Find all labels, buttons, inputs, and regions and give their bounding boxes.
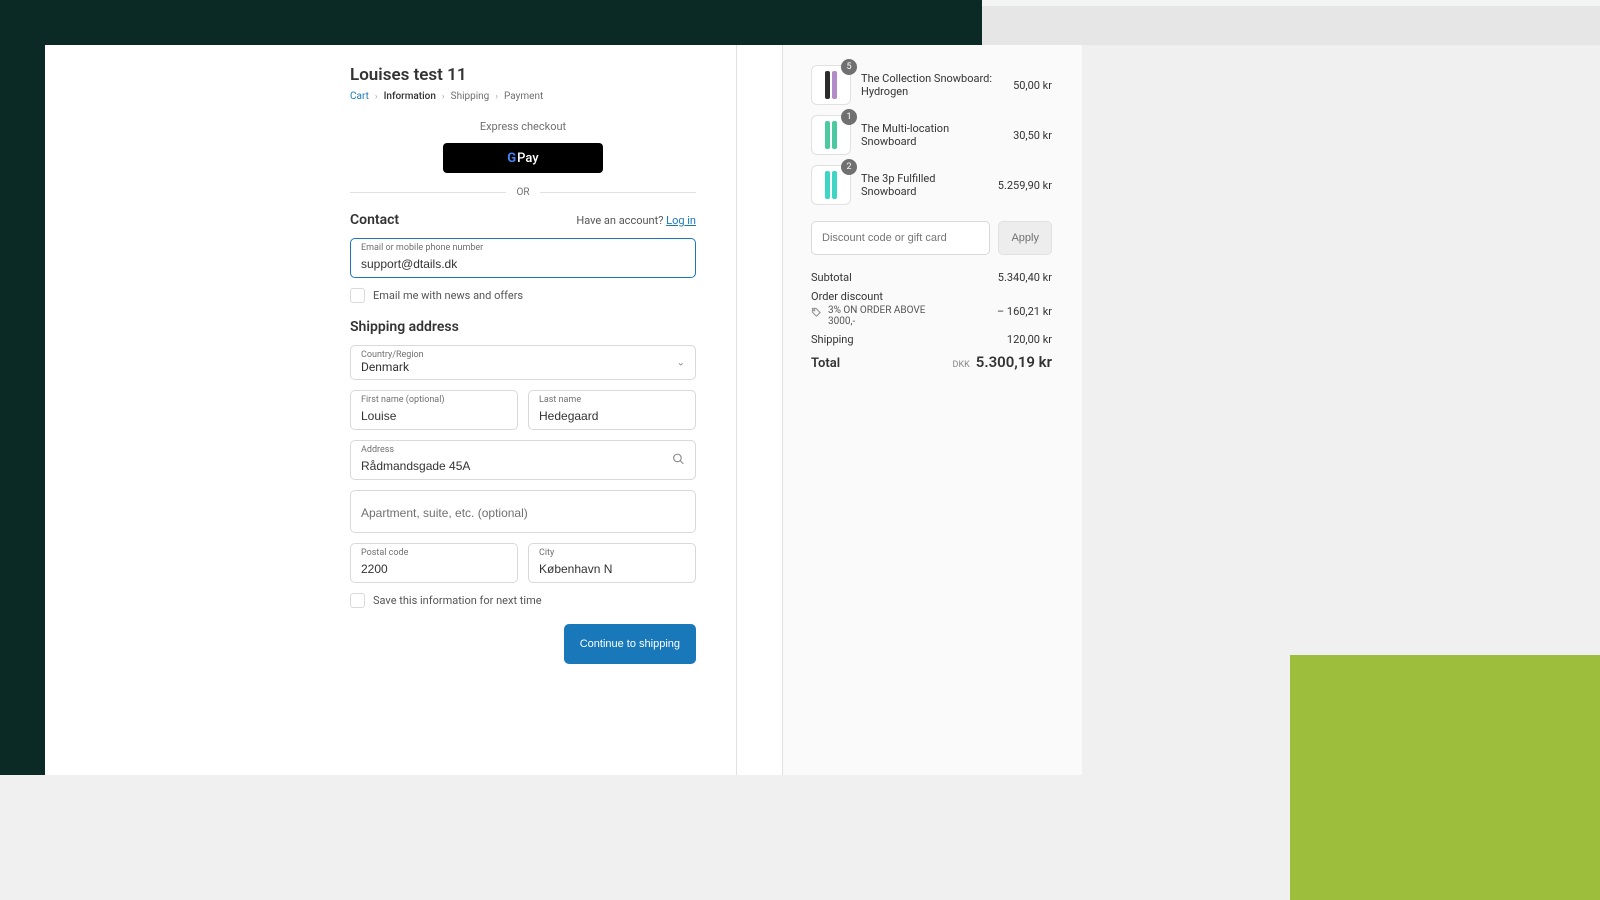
postal-code-label: Postal code [361,548,507,558]
snowboard-icon [825,71,830,99]
express-checkout-label: Express checkout [350,120,696,133]
news-opt-label: Email me with news and offers [373,289,523,302]
quantity-badge: 1 [841,109,857,125]
country-select[interactable]: Country/Region Denmark ⌄ [350,345,696,380]
cart-item: 5 The Collection Snowboard: Hydrogen 50,00… [811,65,1052,105]
postal-code-input[interactable] [361,562,507,576]
cart-item-name: The Multi-location Snowboard [861,122,1003,148]
news-opt-row[interactable]: Email me with news and offers [350,288,696,303]
total-label: Total [811,356,840,371]
breadcrumb-information[interactable]: Information [384,91,436,102]
snowboard-icon [825,121,830,149]
snowboard-icon [832,171,837,199]
apartment-input[interactable] [361,506,685,520]
country-value: Denmark [361,360,685,374]
address-input[interactable] [361,459,685,473]
discount-amount: – 160,21 kr [997,305,1052,318]
save-info-label: Save this information for next time [373,594,542,607]
apply-discount-button[interactable]: Apply [998,221,1052,255]
currency-code: DKK [953,360,970,370]
gpay-label: Pay [517,151,539,166]
subtotal-value: 5.340,40 kr [998,271,1052,284]
browser-tab-bar [982,0,1600,45]
shipping-section-title: Shipping address [350,319,696,335]
cart-item-price: 5.259,90 kr [998,179,1052,192]
checkout-window: Louises test 11 Cart › Information › Shi… [45,45,819,775]
save-info-row[interactable]: Save this information for next time [350,593,696,608]
chevron-right-icon: › [442,92,445,102]
checkout-main-column: Louises test 11 Cart › Information › Shi… [45,45,737,775]
apartment-field[interactable] [350,490,696,533]
shipping-cost-label: Shipping [811,333,854,346]
store-title: Louises test 11 [350,65,696,85]
address-label: Address [361,445,685,455]
first-name-label: First name (optional) [361,395,507,405]
last-name-label: Last name [539,395,685,405]
decorative-corner [1290,655,1600,900]
product-thumbnail: 1 [811,115,851,155]
product-thumbnail: 2 [811,165,851,205]
quantity-badge: 2 [841,159,857,175]
subtotal-label: Subtotal [811,271,852,284]
snowboard-icon [825,171,830,199]
shipping-cost-value: 120,00 kr [1007,333,1052,346]
or-label: OR [506,187,539,198]
email-field-label: Email or mobile phone number [361,243,685,253]
order-summary: 5The Collection Snowboard: Hydrogen50,00… [782,45,1082,775]
city-label: City [539,548,685,558]
cart-item-price: 30,50 kr [1013,129,1052,142]
snowboard-icon [832,121,837,149]
country-label: Country/Region [361,350,685,360]
or-divider: OR [350,187,696,198]
city-input[interactable] [539,562,685,576]
save-info-checkbox[interactable] [350,593,365,608]
order-discount-label: Order discount [811,290,883,303]
first-name-field[interactable]: First name (optional) [350,390,518,430]
address-field[interactable]: Address [350,440,696,480]
have-account-text: Have an account? Log in [576,214,696,227]
google-pay-button[interactable]: G Pay [443,143,603,173]
cart-item-price: 50,00 kr [1013,79,1052,92]
first-name-input[interactable] [361,409,507,423]
last-name-field[interactable]: Last name [528,390,696,430]
search-icon [672,451,685,470]
last-name-input[interactable] [539,409,685,423]
discount-tag-text: 3% ON ORDER ABOVE 3000,- [828,305,948,327]
have-account-label: Have an account? [576,214,666,227]
discount-code-input[interactable] [811,221,990,255]
continue-to-shipping-button[interactable]: Continue to shipping [564,624,696,664]
email-input[interactable] [361,257,685,271]
news-opt-checkbox[interactable] [350,288,365,303]
email-field[interactable]: Email or mobile phone number [350,238,696,278]
chevron-right-icon: › [495,92,498,102]
cart-item: 1 The Multi-location Snowboard 30,50 kr [811,115,1052,155]
postal-code-field[interactable]: Postal code [350,543,518,583]
google-g-icon: G [507,151,516,166]
breadcrumb-payment: Payment [504,91,543,102]
contact-section-title: Contact [350,212,399,228]
product-thumbnail: 5 [811,65,851,105]
snowboard-icon [832,71,837,99]
log-in-link[interactable]: Log in [666,214,696,227]
breadcrumb: Cart › Information › Shipping › Payment [350,91,696,102]
cart-item-name: The Collection Snowboard: Hydrogen [861,72,1003,98]
total-amount: 5.300,19 kr [976,353,1052,371]
city-field[interactable]: City [528,543,696,583]
breadcrumb-cart[interactable]: Cart [350,91,369,102]
cart-item: 2 The 3p Fulfilled Snowboard 5.259,90 kr [811,165,1052,205]
quantity-badge: 5 [841,59,857,75]
breadcrumb-shipping: Shipping [451,91,490,102]
cart-item-name: The 3p Fulfilled Snowboard [861,172,988,198]
tag-icon [811,307,822,321]
chevron-right-icon: › [375,92,378,102]
